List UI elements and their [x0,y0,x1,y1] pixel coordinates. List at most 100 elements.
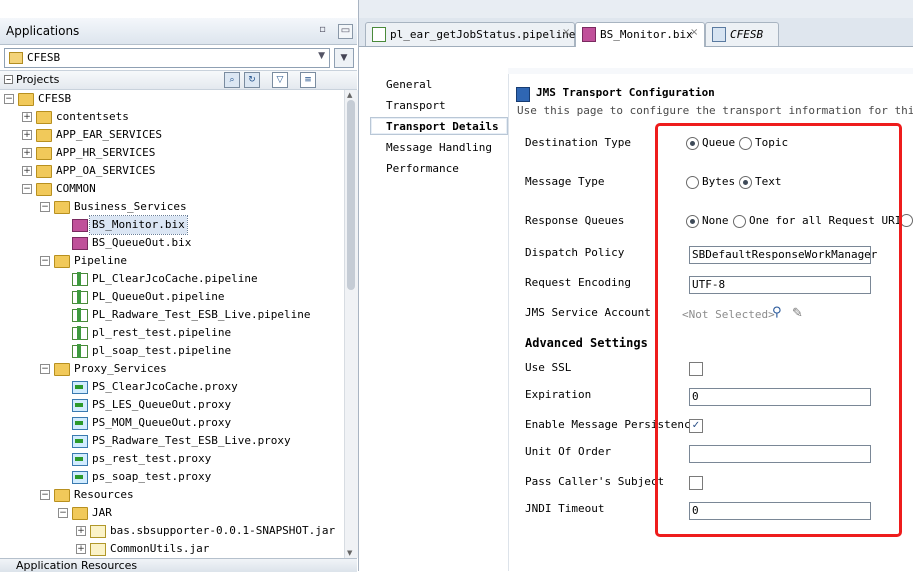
application-overview-icon [712,27,726,42]
editor-tab-bar: pl_ear_getJobStatus.pipeline × BS_Monito… [359,18,913,47]
folder-icon [54,489,70,502]
tree-item-label: PL_QueueOut.pipeline [92,290,225,303]
minimize-button[interactable]: ▭ [338,24,353,39]
collapse-icon[interactable]: − [58,508,68,518]
application-resources-title: Application Resources [16,559,138,572]
tree-item[interactable]: ps_rest_test.proxy [0,450,344,468]
tree-item[interactable]: − CFESB [0,90,344,108]
search-icon[interactable]: ⌕ [224,72,240,88]
tree-item[interactable]: pl_rest_test.pipeline [0,324,344,342]
tree-item[interactable]: − JAR [0,504,344,522]
business-service-icon [72,219,88,232]
nav-message-handling[interactable]: Message Handling [386,141,492,154]
application-resources-header[interactable]: Application Resources [0,558,357,572]
tree-item-label: APP_OA_SERVICES [56,164,156,177]
collapse-icon[interactable]: − [4,75,13,84]
chevron-down-icon: ▼ [318,51,325,61]
menu-icon[interactable]: ▫ [316,24,329,37]
tree-item[interactable]: PL_ClearJcoCache.pipeline [0,270,344,288]
pipeline-icon [72,290,88,304]
tree-item[interactable]: + bas.sbsupporter-0.0.1-SNAPSHOT.jar [0,522,344,540]
tree-item[interactable]: pl_soap_test.pipeline [0,342,344,360]
advanced-settings-title: Advanced Settings [525,336,648,350]
proxy-service-icon [72,435,88,448]
refresh-icon[interactable]: ↻ [244,72,260,88]
scroll-up-icon[interactable]: ▲ [347,91,355,99]
pass-caller-subject-label: Pass Caller's Subject [525,475,665,488]
nav-general[interactable]: General [386,78,432,91]
request-encoding-label: Request Encoding [525,276,631,289]
close-icon[interactable]: × [562,27,570,38]
application-menu-button[interactable]: ▼ [334,48,354,68]
close-icon[interactable]: × [690,27,698,38]
tree-item[interactable]: − Business_Services [0,198,344,216]
tree-scrollbar[interactable]: ▲ ▼ [344,90,358,558]
tree-item[interactable]: − Pipeline [0,252,344,270]
tree-item[interactable]: + APP_HR_SERVICES [0,144,344,162]
proxy-service-icon [72,399,88,412]
collapse-icon[interactable]: − [4,94,14,104]
tree-item[interactable]: ps_soap_test.proxy [0,468,344,486]
tree-item[interactable]: + APP_EAR_SERVICES [0,126,344,144]
tree-item[interactable]: + APP_OA_SERVICES [0,162,344,180]
transport-nav-panel: General Transport Transport Details Mess… [360,68,508,571]
tab-pl-ear-getjobstatus[interactable]: pl_ear_getJobStatus.pipeline × [365,22,575,46]
tree-item[interactable]: BS_Monitor.bix [0,215,344,235]
tree-item-label: ps_soap_test.proxy [92,470,212,483]
sort-icon[interactable]: ≡ [300,72,316,88]
nav-performance[interactable]: Performance [386,162,459,175]
jndi-timeout-label: JNDI Timeout [525,502,605,515]
pipeline-icon [72,272,88,286]
tree-item[interactable]: PL_Radware_Test_ESB_Live.pipeline [0,306,344,324]
expand-icon[interactable]: + [22,130,32,140]
tree-item-label: PS_ClearJcoCache.proxy [92,380,238,393]
collapse-icon[interactable]: − [40,490,50,500]
application-selector[interactable]: CFESB ▼ [4,48,330,68]
expand-icon[interactable]: + [22,148,32,158]
tree-item[interactable]: PS_MOM_QueueOut.proxy [0,414,344,432]
tree-item[interactable]: − Proxy_Services [0,360,344,378]
expand-icon[interactable]: + [76,544,86,554]
use-ssl-label: Use SSL [525,361,572,374]
nav-transport[interactable]: Transport [386,99,446,112]
jms-transport-icon [516,87,530,102]
expand-icon[interactable]: + [22,166,32,176]
tree-item[interactable]: + CommonUtils.jar [0,540,344,558]
tab-label: CFESB [730,28,764,41]
tree-item[interactable]: PL_QueueOut.pipeline [0,288,344,306]
scrollbar-thumb[interactable] [347,100,355,290]
tree-item-label: JAR [92,506,112,519]
collapse-icon[interactable]: − [22,184,32,194]
folder-icon [54,201,70,214]
destination-type-label: Destination Type [525,136,631,149]
tree-item[interactable]: PS_Radware_Test_ESB_Live.proxy [0,432,344,450]
tree-item-label: Business_Services [74,200,187,213]
collapse-icon[interactable]: − [40,364,50,374]
folder-icon [54,255,70,268]
filter-icon[interactable]: ▽ [272,72,288,88]
tree-item[interactable]: BS_QueueOut.bix [0,234,344,252]
highlight-annotation-box [655,123,902,537]
expand-icon[interactable]: + [76,526,86,536]
scroll-down-icon[interactable]: ▼ [347,549,355,557]
tree-item[interactable]: − Resources [0,486,344,504]
tree-item[interactable]: PS_ClearJcoCache.proxy [0,378,344,396]
tree-item[interactable]: − COMMON [0,180,344,198]
collapse-icon[interactable]: − [40,256,50,266]
expand-icon[interactable]: + [22,112,32,122]
tree-item[interactable]: PS_LES_QueueOut.proxy [0,396,344,414]
jar-icon [90,543,106,556]
dispatch-policy-label: Dispatch Policy [525,246,625,259]
folder-icon [36,183,52,196]
proxy-service-icon [72,381,88,394]
collapse-icon[interactable]: − [40,202,50,212]
tree-item-label: PS_MOM_QueueOut.proxy [92,416,232,429]
nav-transport-details[interactable]: Transport Details [370,117,508,135]
tree-item[interactable]: + contentsets [0,108,344,126]
folder-icon [36,147,52,160]
tab-bs-monitor[interactable]: BS_Monitor.bix × [575,22,705,47]
folder-icon [54,363,70,376]
tab-cfesb[interactable]: CFESB [705,22,779,46]
tree-item-label: BS_Monitor.bix [89,215,188,235]
folder-icon [72,507,88,520]
